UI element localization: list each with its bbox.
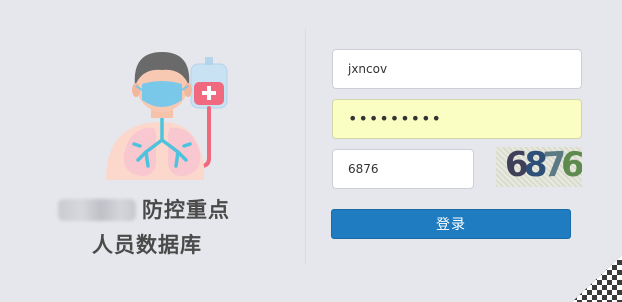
title-text-1: 防控重点 — [142, 198, 230, 222]
password-field[interactable]: ••••••••• — [332, 99, 582, 139]
captcha-input[interactable]: 6876 — [332, 149, 474, 189]
doctor-lungs-illustration — [106, 52, 228, 180]
username-field[interactable]: jxncov — [332, 49, 582, 89]
password-value: ••••••••• — [348, 108, 442, 128]
username-value: jxncov — [348, 62, 388, 76]
captcha-image[interactable]: 6 8 7 6 — [496, 147, 582, 187]
captcha-input-value: 6876 — [348, 162, 379, 176]
corner-checker-decoration — [572, 255, 622, 302]
title-line-1: 防控重点 — [58, 196, 230, 224]
captcha-char-4: 6 — [559, 147, 582, 186]
title-line-2: 人员数据库 — [92, 231, 202, 259]
panel-divider — [305, 28, 306, 264]
branding-panel: 防控重点 人员数据库 — [0, 0, 305, 302]
login-button[interactable]: 登录 — [331, 209, 571, 239]
title-text-2: 人员数据库 — [92, 233, 202, 257]
redacted-region-name — [58, 199, 136, 221]
